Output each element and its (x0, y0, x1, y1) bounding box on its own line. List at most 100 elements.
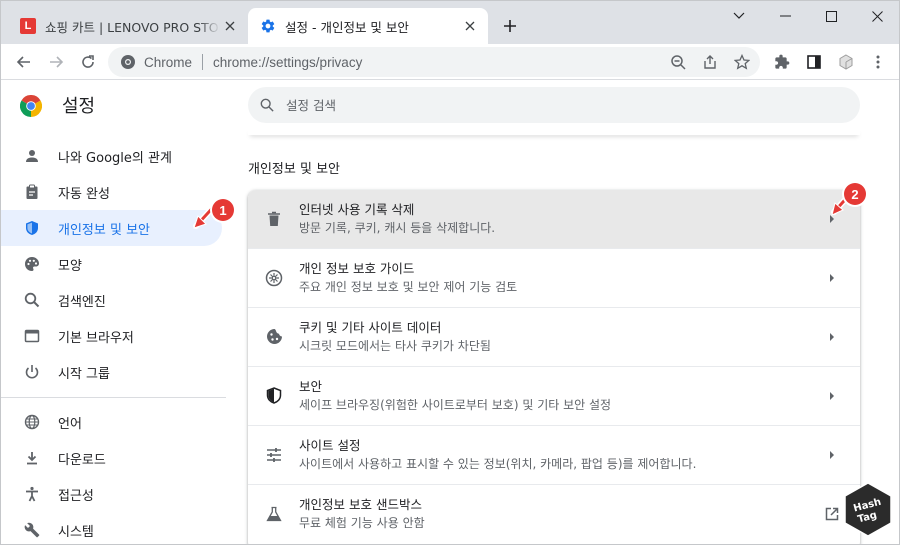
row-description: 시크릿 모드에서는 타사 쿠키가 차단됨 (299, 338, 491, 353)
sidebar-item-label: 언어 (58, 416, 82, 432)
section-title: 개인정보 및 보안 (248, 162, 340, 177)
sidebar-item-languages[interactable]: 언어 (0, 404, 222, 440)
download-icon (22, 448, 42, 468)
sidebar-item-label: 접근성 (58, 488, 94, 504)
sidebar-item-label: 기본 브라우저 (58, 330, 134, 346)
sidebar-item-you-and-google[interactable]: 나와 Google의 관계 (0, 138, 222, 174)
sidebar-item-label: 모양 (58, 258, 82, 274)
row-label: 인터넷 사용 기록 삭제 (299, 202, 415, 217)
arrow-right-icon (822, 445, 842, 465)
tab-strip: L 쇼핑 카트 | LENOVO PRO STORE 설정 - 개인정보 및 보… (0, 0, 900, 44)
row-description: 방문 기록, 쿠키, 캐시 등을 삭제합니다. (299, 221, 496, 235)
row-security[interactable]: 보안 세이프 브라우징(위험한 사이트로부터 보호) 및 기타 보안 설정 (248, 366, 860, 424)
arrow-right-icon (822, 268, 842, 288)
sidebar-item-default-browser[interactable]: 기본 브라우저 (0, 318, 222, 354)
row-cookies[interactable]: 쿠키 및 기타 사이트 데이터 시크릿 모드에서는 타사 쿠키가 차단됨 (248, 307, 860, 365)
sidebar-divider (0, 397, 226, 398)
maximize-button[interactable] (808, 0, 854, 32)
sidebar-item-privacy-security[interactable]: 개인정보 및 보안 (0, 210, 222, 246)
row-label: 보안 (299, 378, 323, 394)
close-icon[interactable] (220, 16, 240, 36)
row-label: 개인정보 보호 샌드박스 (299, 496, 422, 512)
accessibility-icon (22, 484, 42, 504)
gear-icon (260, 18, 276, 34)
new-tab-button[interactable] (498, 14, 522, 38)
sidebar-item-label: 다운로드 (58, 452, 106, 468)
sidebar-item-autofill[interactable]: 자동 완성 (0, 174, 222, 210)
extensions-puzzle-icon[interactable] (768, 48, 796, 76)
compass-icon (264, 268, 284, 288)
menu-kebab-icon[interactable] (864, 48, 892, 76)
settings-header: 설정 (0, 81, 900, 129)
sidebar-item-label: 시작 그룹 (58, 366, 110, 382)
power-icon (22, 362, 42, 382)
sidebar-item-system[interactable]: 시스템 (0, 512, 222, 545)
flask-icon (264, 504, 284, 524)
browser-icon (22, 326, 42, 346)
tab-lenovo-cart[interactable]: L 쇼핑 카트 | LENOVO PRO STORE (8, 8, 248, 44)
row-description: 세이프 브라우징(위험한 사이트로부터 보호) 및 기타 보안 설정 (299, 397, 612, 412)
row-clear-browsing-data[interactable]: 인터넷 사용 기록 삭제 방문 기록, 쿠키, 캐시 등을 삭제합니다. (248, 190, 860, 248)
external-link-icon (822, 504, 842, 524)
tab-title: 쇼핑 카트 | LENOVO PRO STORE (45, 19, 220, 35)
lenovo-favicon: L (20, 18, 36, 34)
row-site-settings[interactable]: 사이트 설정 사이트에서 사용하고 표시할 수 있는 정보(위치, 카메라, 팝… (248, 425, 860, 483)
person-icon (22, 146, 42, 166)
row-description: 무료 체험 기능 사용 안함 (299, 515, 425, 530)
search-icon (22, 290, 42, 310)
arrow-right-icon (822, 386, 842, 406)
close-icon[interactable] (460, 16, 480, 36)
browser-toolbar: Chrome chrome://settings/privacy (0, 44, 900, 80)
tab-search-chevron-icon[interactable] (716, 0, 762, 32)
arrow-right-icon (822, 327, 842, 347)
page-title: 설정 (62, 96, 96, 117)
hashtag-watermark-logo: Hash Tag (844, 482, 892, 537)
row-description: 주요 개인 정보 보호 및 보안 제어 기능 검토 (299, 279, 518, 294)
security-shield-icon (264, 386, 284, 406)
clipboard-icon (22, 182, 42, 202)
header-shadow (248, 129, 860, 135)
sidebar-item-accessibility[interactable]: 접근성 (0, 476, 222, 512)
palette-icon (22, 254, 42, 274)
tab-settings[interactable]: 설정 - 개인정보 및 보안 (248, 8, 488, 44)
chrome-logo-icon (20, 95, 42, 117)
profile-icon[interactable] (832, 48, 860, 76)
minimize-button[interactable] (762, 0, 808, 32)
globe-icon (22, 412, 42, 432)
annotation-badge-2: 2 (844, 183, 866, 205)
privacy-settings-card: 인터넷 사용 기록 삭제 방문 기록, 쿠키, 캐시 등을 삭제합니다. 개인 … (248, 190, 860, 545)
trash-icon (264, 209, 284, 229)
zoom-icon[interactable] (664, 48, 692, 76)
row-label: 사이트 설정 (299, 437, 361, 453)
sidebar-item-label: 나와 Google의 관계 (58, 150, 172, 166)
sidebar-item-on-startup[interactable]: 시작 그룹 (0, 354, 222, 390)
row-description: 사이트에서 사용하고 표시할 수 있는 정보(위치, 카메라, 팝업 등)를 제… (299, 456, 697, 471)
url-text[interactable]: chrome://settings/privacy (213, 55, 664, 70)
sidebar-item-downloads[interactable]: 다운로드 (0, 440, 222, 476)
tune-icon (264, 445, 284, 465)
settings-search-bar[interactable] (248, 87, 860, 123)
side-panel-icon[interactable] (800, 48, 828, 76)
bookmark-star-icon[interactable] (728, 48, 756, 76)
sidebar-item-appearance[interactable]: 모양 (0, 246, 222, 282)
sidebar-item-label: 개인정보 및 보안 (58, 222, 150, 238)
row-privacy-sandbox[interactable]: 개인정보 보호 샌드박스 무료 체험 기능 사용 안함 (248, 484, 860, 542)
sidebar-item-label: 검색엔진 (58, 294, 106, 310)
settings-search-input[interactable] (286, 97, 826, 113)
back-arrow-icon[interactable] (10, 48, 38, 76)
url-separator (202, 54, 204, 70)
annotation-badge-1: 1 (212, 199, 234, 221)
url-origin: Chrome (144, 54, 193, 70)
row-privacy-guide[interactable]: 개인 정보 보호 가이드 주요 개인 정보 보호 및 보안 제어 기능 검토 (248, 248, 860, 306)
sidebar-item-search-engine[interactable]: 검색엔진 (0, 282, 222, 318)
wrench-icon (22, 520, 42, 540)
row-label: 쿠키 및 기타 사이트 데이터 (299, 319, 442, 335)
reload-icon[interactable] (74, 48, 102, 76)
forward-arrow-icon[interactable] (42, 48, 70, 76)
window-close-button[interactable] (854, 0, 900, 32)
sidebar-item-label: 자동 완성 (58, 186, 110, 202)
chrome-site-icon (120, 54, 136, 70)
share-icon[interactable] (696, 48, 724, 76)
address-bar[interactable]: Chrome chrome://settings/privacy (108, 47, 760, 77)
shield-icon (22, 218, 42, 238)
